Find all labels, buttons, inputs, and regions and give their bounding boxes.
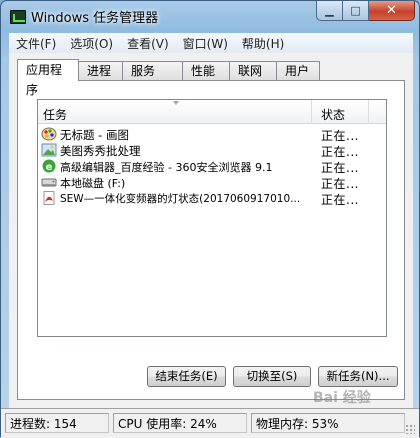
memory-usage: 物理内存: 53% <box>251 413 405 433</box>
switch-to-button[interactable]: 切换至(S) <box>233 366 311 387</box>
menu-window[interactable]: 窗口(W) <box>176 35 235 52</box>
image-icon <box>41 143 57 157</box>
column-header-task[interactable]: 任务 <box>38 100 312 124</box>
list-item[interactable]: SEW—一体化变频器的灯状态(2017060917010... 正在... <box>38 190 386 207</box>
window-title: Windows 任务管理器 <box>31 11 159 26</box>
list-item[interactable]: 无标题 - 画图 正在... <box>38 126 386 143</box>
list-item[interactable]: e 高级编辑器_百度经验 - 360安全浏览器 9.1 正在... <box>38 158 386 175</box>
title-bar[interactable]: Windows 任务管理器 ▁ □ ✕ <box>1 1 419 33</box>
minimize-icon: ▁ <box>325 4 334 17</box>
disk-icon <box>41 175 57 189</box>
task-name: 美图秀秀批处理 <box>60 144 141 158</box>
task-name: 无标题 - 画图 <box>60 128 129 142</box>
svg-text:e: e <box>46 162 53 173</box>
list-item[interactable]: 本地磁盘 (F:) 正在... <box>38 174 386 191</box>
task-name: 高级编辑器_百度经验 - 360安全浏览器 9.1 <box>60 161 273 174</box>
task-status: 正在... <box>321 193 359 207</box>
column-status-label: 状态 <box>321 108 346 122</box>
minimize-button[interactable]: ▁ <box>316 1 343 21</box>
close-button[interactable]: ✕ <box>369 1 415 21</box>
maximize-icon: □ <box>350 4 361 17</box>
tab-processes[interactable]: 进程 <box>78 61 123 81</box>
sort-arrow-icon <box>173 101 179 105</box>
status-bar: 进程数: 154 CPU 使用率: 24% 物理内存: 53% <box>1 408 419 438</box>
task-name: SEW—一体化变频器的灯状态(2017060917010... <box>60 193 301 205</box>
task-rows: 无标题 - 画图 正在... 美图秀秀批处理 正在... e 高级编辑器_百度经… <box>38 126 386 207</box>
menu-file[interactable]: 文件(F) <box>9 35 63 52</box>
tab-users[interactable]: 用户 <box>276 61 320 81</box>
menu-options[interactable]: 选项(O) <box>63 35 120 52</box>
process-count: 进程数: 154 <box>5 413 109 433</box>
close-icon: ✕ <box>386 3 397 18</box>
tab-performance[interactable]: 性能 <box>182 61 230 81</box>
list-item[interactable]: 美图秀秀批处理 正在... <box>38 142 386 159</box>
menu-view[interactable]: 查看(V) <box>120 35 176 52</box>
browser-icon: e <box>41 159 57 173</box>
tab-strip: 应用程序 进程 服务 性能 联网 用户 <box>17 59 320 97</box>
task-list[interactable]: 任务 状态 无标题 - 画图 正在... 美图秀秀批处理 正在... e 高级编… <box>37 99 387 337</box>
menu-help[interactable]: 帮助(H) <box>235 35 291 52</box>
tab-networking[interactable]: 联网 <box>229 61 277 81</box>
applications-panel: 任务 状态 无标题 - 画图 正在... 美图秀秀批处理 正在... e 高级编… <box>17 80 405 400</box>
paint-icon <box>41 127 57 141</box>
maximize-button[interactable]: □ <box>343 1 369 21</box>
task-manager-icon <box>10 10 26 24</box>
column-task-label: 任务 <box>43 108 68 122</box>
main-area: 应用程序 进程 服务 性能 联网 用户 任务 状态 无标题 - 画图 正在...… <box>9 53 413 408</box>
menu-bar: 文件(F) 选项(O) 查看(V) 窗口(W) 帮助(H) <box>9 33 413 53</box>
end-task-button[interactable]: 结束任务(E) <box>147 366 226 387</box>
tab-applications[interactable]: 应用程序 <box>17 59 79 97</box>
task-list-header: 任务 状态 <box>38 100 386 124</box>
cpu-usage: CPU 使用率: 24% <box>113 413 247 433</box>
pdf-icon <box>41 191 57 205</box>
column-header-status[interactable]: 状态 <box>313 100 369 124</box>
tab-services[interactable]: 服务 <box>122 61 183 81</box>
new-task-button[interactable]: 新任务(N)... <box>318 366 398 387</box>
task-name: 本地磁盘 (F:) <box>60 177 126 190</box>
resize-grip-icon[interactable] <box>405 424 415 434</box>
task-manager-window: Windows 任务管理器 ▁ □ ✕ 文件(F) 选项(O) 查看(V) 窗口… <box>0 0 420 438</box>
caption-buttons: ▁ □ ✕ <box>316 1 415 21</box>
